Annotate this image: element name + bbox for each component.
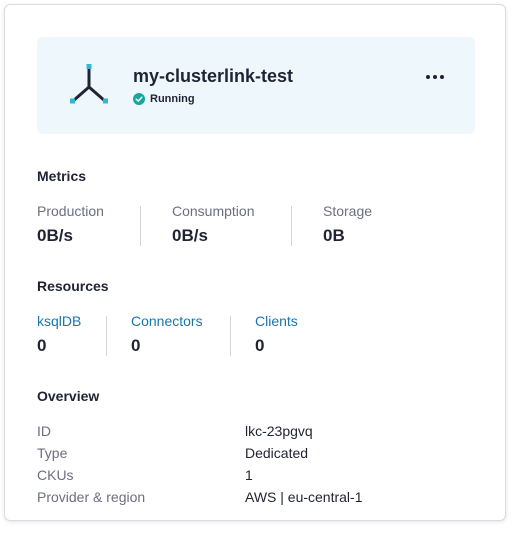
more-dots-icon	[426, 75, 430, 79]
check-circle-icon	[133, 93, 145, 105]
clients-link[interactable]: Clients	[255, 313, 298, 329]
divider	[140, 206, 141, 246]
overview-key: Provider & region	[37, 489, 146, 505]
metric-consumption: Consumption 0B/s	[172, 203, 255, 246]
resources-title: Resources	[37, 278, 109, 294]
connectors-link[interactable]: Connectors	[131, 313, 203, 329]
overview-key: ID	[37, 423, 51, 439]
more-options-button[interactable]	[423, 67, 447, 87]
status-label: Running	[150, 93, 195, 105]
resource-value: 0	[255, 336, 265, 355]
resource-ksqldb: ksqlDB 0	[37, 313, 81, 356]
overview-key: CKUs	[37, 467, 74, 483]
overview-value: lkc-23pgvq	[245, 423, 313, 439]
overview-value: Dedicated	[245, 445, 309, 461]
overview-value: 1	[245, 467, 253, 483]
metric-label: Storage	[323, 203, 373, 219]
metric-value: 0B/s	[37, 226, 73, 245]
divider	[106, 316, 107, 356]
cluster-link-icon	[70, 64, 108, 104]
status-badge: Running	[133, 93, 195, 105]
overview-row-type: Type Dedicated	[37, 445, 477, 465]
cluster-name: my-clusterlink-test	[133, 66, 294, 86]
metrics-title: Metrics	[37, 168, 87, 184]
overview-row-id: ID lkc-23pgvq	[37, 423, 477, 443]
ksqldb-link[interactable]: ksqlDB	[37, 313, 81, 329]
metric-label: Production	[37, 203, 104, 219]
divider	[291, 206, 292, 246]
cluster-card: my-clusterlink-test Running Metrics Prod…	[4, 4, 506, 521]
resource-value: 0	[131, 336, 141, 355]
cluster-header: my-clusterlink-test Running	[37, 37, 475, 134]
metric-storage: Storage 0B	[323, 203, 372, 246]
overview-key: Type	[37, 445, 68, 461]
resource-value: 0	[37, 336, 47, 355]
metric-label: Consumption	[172, 203, 255, 219]
overview-row-ckus: CKUs 1	[37, 467, 477, 487]
metric-production: Production 0B/s	[37, 203, 104, 246]
resource-connectors: Connectors 0	[131, 313, 203, 356]
overview-value: AWS | eu-central-1	[245, 489, 363, 505]
metric-value: 0B	[323, 226, 345, 245]
divider	[230, 316, 231, 356]
resource-clients: Clients 0	[255, 313, 298, 356]
overview-row-provider-region: Provider & region AWS | eu-central-1	[37, 489, 477, 509]
overview-title: Overview	[37, 388, 100, 404]
metric-value: 0B/s	[172, 226, 208, 245]
